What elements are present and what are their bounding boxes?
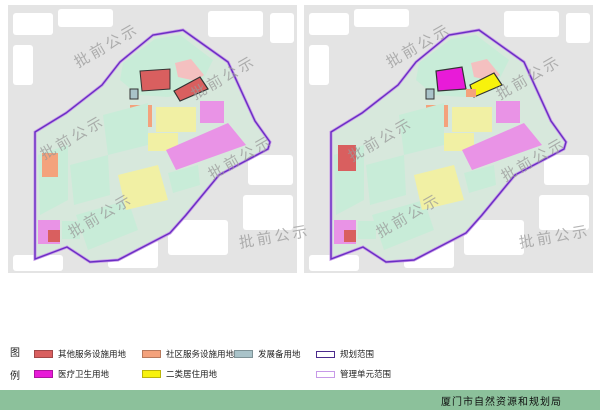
legend-swatch — [234, 350, 253, 358]
legend-item-management-unit: 管理单元范围 — [316, 368, 391, 380]
footer-bar: 厦门市自然资源和规划局 — [0, 390, 600, 410]
map-panel-after — [304, 5, 593, 273]
legend-swatch — [34, 370, 53, 378]
legend-item-medical: 医疗卫生用地 — [34, 368, 109, 380]
legend-swatch — [34, 350, 53, 358]
legend-swatch — [142, 370, 161, 378]
legend-label: 规划范围 — [340, 350, 375, 360]
legend-item-planning-scope: 规划范围 — [316, 348, 374, 360]
legend-swatch — [142, 350, 161, 358]
planning-map-after — [309, 9, 590, 271]
footer-org-name: 厦门市自然资源和规划局 — [441, 396, 562, 408]
legend-item-other-service: 其他服务设施用地 — [34, 348, 126, 360]
map-legend: 图 例 其他服务设施用地 社区服务设施用地 发展备用地 规划范围 医疗卫生用地 … — [0, 338, 600, 390]
planning-map-before — [13, 9, 294, 271]
legend-label: 二类居住用地 — [166, 370, 218, 380]
legend-label: 发展备用地 — [258, 350, 301, 360]
legend-title-char: 图 — [10, 348, 20, 359]
legend-label: 管理单元范围 — [340, 370, 392, 380]
legend-line-swatch — [316, 370, 335, 378]
legend-item-residential: 二类居住用地 — [142, 368, 217, 380]
legend-item-reserve-land: 发展备用地 — [234, 348, 301, 360]
map-panel-before — [8, 5, 297, 273]
legend-line-swatch — [316, 350, 335, 358]
legend-label: 其他服务设施用地 — [58, 350, 127, 360]
legend-title-char: 例 — [10, 371, 20, 382]
legend-label: 医疗卫生用地 — [58, 370, 110, 380]
legend-item-community-service: 社区服务设施用地 — [142, 348, 234, 360]
legend-label: 社区服务设施用地 — [166, 350, 235, 360]
